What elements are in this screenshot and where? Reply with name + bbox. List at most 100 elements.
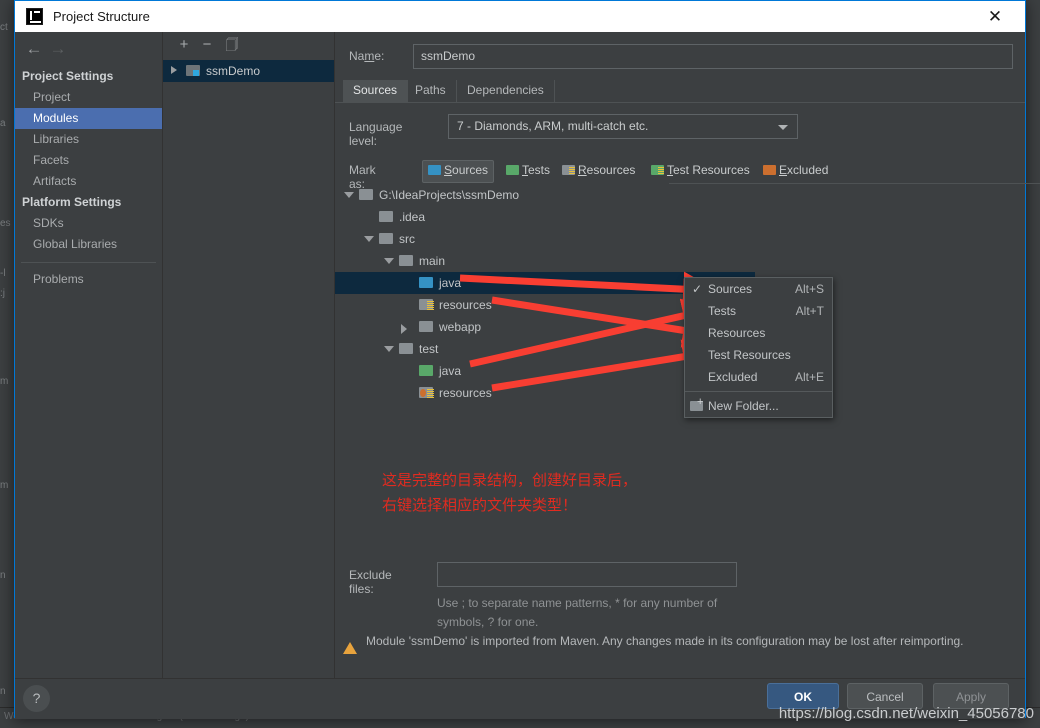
minus-icon[interactable]: − [197,36,217,54]
context-menu-item-test-resources[interactable]: Test Resources [685,344,832,366]
mark-as-tests-button[interactable]: Tests [501,160,555,181]
warning-triangle-icon [343,642,357,654]
context-menu-label: Sources [708,282,753,296]
name-label: Name: [349,49,385,63]
sidebar-group-platform-settings: Platform Settings [22,195,122,209]
chevron-down-icon[interactable] [344,192,354,198]
context-menu-item-new-folder[interactable]: New Folder... [685,395,832,417]
sidebar-item-problems[interactable]: Problems [15,269,162,290]
module-list-item-ssmdemo[interactable]: ssmDemo [163,60,334,82]
mark-as-resources-label: Resources [578,163,636,177]
chevron-down-icon[interactable] [384,346,394,352]
chevron-right-icon[interactable] [401,324,407,334]
context-menu-shortcut: Alt+T [795,304,824,318]
mark-as-test-resources-button[interactable]: Test Resources [646,160,755,181]
exclude-files-input[interactable] [437,562,737,587]
sidebar-item-artifacts[interactable]: Artifacts [15,171,162,192]
tab-sources[interactable]: Sources [343,80,409,102]
tree-node-label: test [419,342,439,356]
tree-node-label: src [399,232,415,246]
test-resources-folder-icon [419,387,434,398]
context-menu-item-excluded[interactable]: Excluded Alt+E [685,366,832,388]
sidebar-item-modules[interactable]: Modules [15,108,162,129]
plus-icon[interactable]: + [174,36,194,54]
test-resources-folder-icon [651,165,664,175]
sidebar-nav-arrows: ← → [15,32,162,66]
context-menu-label: Tests [708,304,737,318]
tree-node-label: .idea [399,210,426,224]
sidebar-item-sdks[interactable]: SDKs [15,213,162,234]
sidebar-item-facets[interactable]: Facets [15,150,162,171]
context-menu-item-tests[interactable]: Tests Alt+T [685,300,832,322]
sidebar-item-global-libraries[interactable]: Global Libraries [15,234,162,255]
tree-row[interactable]: src [335,228,755,250]
tree-node-label: webapp [439,320,482,334]
tests-folder-icon [506,165,519,175]
arrow-right-icon[interactable]: → [47,40,69,60]
intellij-idea-logo-icon [26,8,43,25]
tests-folder-icon [419,365,433,376]
module-name-input[interactable]: ssmDemo [413,44,1013,69]
annotation-line-1: 这是完整的目录结构，创建好目录后， [382,471,638,489]
close-icon[interactable]: ✕ [973,1,1017,32]
context-menu-shortcut: Alt+E [794,370,824,384]
tree-row[interactable]: main [335,250,755,272]
mark-as-excluded-button[interactable]: Excluded [758,160,833,181]
sidebar-item-project[interactable]: Project [15,87,162,108]
folder-icon [379,211,393,222]
mark-as-tests-label: Tests [522,163,551,177]
tab-paths[interactable]: Paths [405,80,457,102]
tree-node-label: java [439,364,462,378]
help-button[interactable]: ? [23,685,50,712]
exclude-files-hint: Use ; to separate name patterns, * for a… [437,596,718,629]
folder-icon [379,233,393,244]
context-menu-shortcut: Alt+S [794,282,824,296]
mark-as-context-menu: ✓ Sources Alt+S Tests Alt+T Resources Te… [684,277,833,418]
mark-as-resources-button[interactable]: Resources [557,160,640,181]
tree-node-label: main [419,254,446,268]
tree-node-label: G:\IdeaProjects\ssmDemo [379,188,520,202]
mark-as-sources-button[interactable]: Sources [422,160,495,183]
module-name-row: Name: ssmDemo [349,44,1013,70]
context-menu-item-sources[interactable]: ✓ Sources Alt+S [685,278,832,300]
context-menu-item-resources[interactable]: Resources [685,322,832,344]
context-menu-label: Resources [708,326,766,340]
chevron-down-icon[interactable] [384,258,394,264]
folder-icon [399,343,413,354]
module-label: ssmDemo [206,64,261,78]
module-tabs: Sources Paths Dependencies [335,80,1025,103]
tree-row[interactable]: G:\IdeaProjects\ssmDemo [335,184,755,206]
annotation-note: 这是完整的目录结构，创建好目录后， 右键选择相应的文件夹类型！ [382,468,637,518]
sources-folder-icon [428,165,441,175]
resources-folder-icon [419,299,434,310]
dialog-title: Project Structure [53,9,150,24]
chevron-down-icon[interactable] [778,125,788,130]
sidebar-item-libraries[interactable]: Libraries [15,129,162,150]
dialog-titlebar: Project Structure ✕ [15,1,1025,33]
language-level-value: 7 - Diamonds, ARM, multi-catch etc. [457,119,649,133]
tree-row[interactable]: .idea [335,206,755,228]
sources-folder-icon [419,277,433,288]
maven-warning-text: Module 'ssmDemo' is imported from Maven.… [366,634,964,648]
copy-icon[interactable]: 🗍 [222,36,242,54]
mark-as-test-resources-label: Test Resources [667,163,750,177]
folder-icon [419,321,433,332]
folder-icon [399,255,413,266]
tab-dependencies[interactable]: Dependencies [457,80,555,102]
context-menu-label: New Folder... [708,399,779,413]
chevron-down-icon[interactable] [364,236,374,242]
module-sources-panel: Name: ssmDemo Sources Paths Dependencies… [335,32,1040,678]
sidebar-divider [21,262,156,263]
modules-toolbar: + − 🗍 [163,32,334,60]
module-folder-icon [186,65,200,76]
context-menu-divider [685,391,832,392]
language-level-select[interactable]: 7 - Diamonds, ARM, multi-catch etc. [448,114,798,139]
context-menu-label: Test Resources [708,348,791,362]
project-structure-dialog: Project Structure ✕ ← → Project Settings… [14,0,1040,719]
mark-as-sources-label: Sources [444,163,489,177]
chevron-right-icon[interactable] [171,66,177,74]
maven-warning: Module 'ssmDemo' is imported from Maven.… [343,632,1003,654]
arrow-left-icon[interactable]: ← [23,40,45,60]
excluded-folder-icon [763,165,776,175]
new-folder-icon [690,396,703,411]
